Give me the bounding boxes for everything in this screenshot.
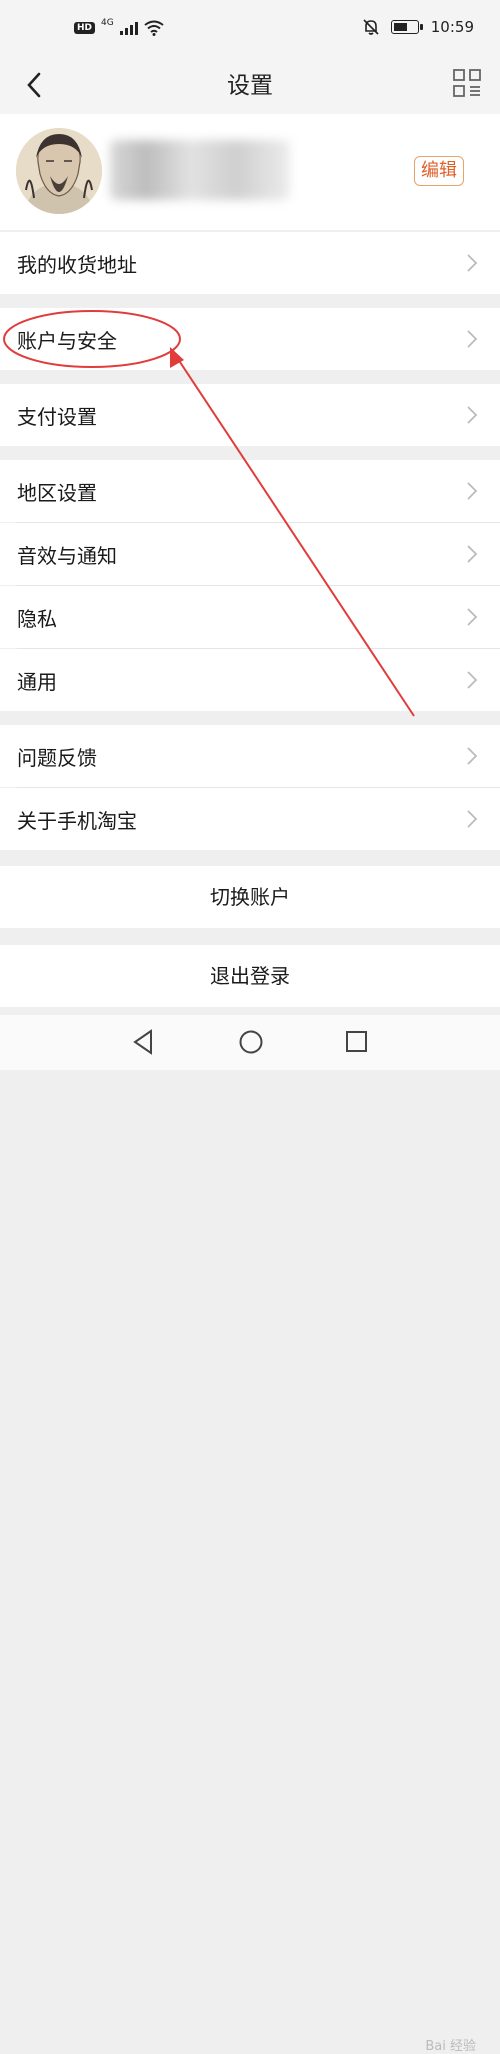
signal-icon xyxy=(119,21,138,35)
menu-row-label: 关于手机淘宝 xyxy=(17,808,137,833)
menu-row-shipping-address[interactable]: 我的收货地址 xyxy=(0,232,500,294)
menu-row-label: 音效与通知 xyxy=(17,543,117,568)
menu-row-label: 账户与安全 xyxy=(17,328,117,353)
menu-row-label: 通用 xyxy=(17,669,57,694)
chevron-right-icon xyxy=(467,406,478,424)
top-nav-bar: 设置 xyxy=(0,56,500,114)
system-nav-bar: Bai 经验 xyxy=(0,1015,500,2054)
status-bar: HD 4G 10:59 xyxy=(0,0,500,56)
avatar-portrait-icon xyxy=(16,128,102,214)
chevron-right-icon xyxy=(467,545,478,563)
menu-row-label: 地区设置 xyxy=(17,480,97,505)
page-title: 设置 xyxy=(227,73,273,99)
switch-account-button[interactable]: 切换账户 xyxy=(0,866,500,928)
wifi-icon xyxy=(144,20,164,36)
menu-row-sound-notifications[interactable]: 音效与通知 xyxy=(0,523,500,585)
menu-row-label: 支付设置 xyxy=(17,404,97,429)
watermark: Bai 经验 xyxy=(425,2039,476,2054)
menu-row-account-security[interactable]: 账户与安全 xyxy=(0,308,500,370)
menu-row-region-settings[interactable]: 地区设置 xyxy=(0,460,500,522)
profile-card[interactable]: 编辑 xyxy=(0,114,500,230)
menu-row-feedback[interactable]: 问题反馈 xyxy=(0,725,500,787)
back-triangle-icon[interactable] xyxy=(132,1029,154,1055)
status-time: 10:59 xyxy=(430,18,474,36)
menu-row-privacy[interactable]: 隐私 xyxy=(0,586,500,648)
status-left: HD 4G xyxy=(74,18,164,36)
avatar[interactable] xyxy=(16,128,102,214)
chevron-right-icon xyxy=(467,254,478,272)
home-circle-icon[interactable] xyxy=(238,1029,264,1055)
menu-row-general[interactable]: 通用 xyxy=(0,649,500,711)
menu-row-payment-settings[interactable]: 支付设置 xyxy=(0,384,500,446)
logout-button[interactable]: 退出登录 xyxy=(0,945,500,1007)
network-type-label: 4G xyxy=(101,18,114,28)
chevron-right-icon xyxy=(467,671,478,689)
hd-icon: HD xyxy=(74,22,96,34)
recents-square-icon[interactable] xyxy=(345,1029,369,1055)
menu-row-label: 隐私 xyxy=(17,606,57,631)
menu-row-about[interactable]: 关于手机淘宝 xyxy=(0,788,500,850)
edit-profile-button[interactable]: 编辑 xyxy=(414,156,464,186)
grid-icon[interactable] xyxy=(452,68,482,98)
chevron-right-icon xyxy=(467,747,478,765)
menu-row-label: 我的收货地址 xyxy=(17,252,137,277)
chevron-right-icon xyxy=(467,482,478,500)
chevron-right-icon xyxy=(467,810,478,828)
blurred-username xyxy=(110,140,290,200)
chevron-right-icon xyxy=(467,330,478,348)
mute-bell-icon xyxy=(363,19,379,35)
status-right: 10:59 xyxy=(363,18,474,36)
menu-row-label: 问题反馈 xyxy=(17,745,97,770)
chevron-right-icon xyxy=(467,608,478,626)
battery-icon xyxy=(390,20,423,34)
